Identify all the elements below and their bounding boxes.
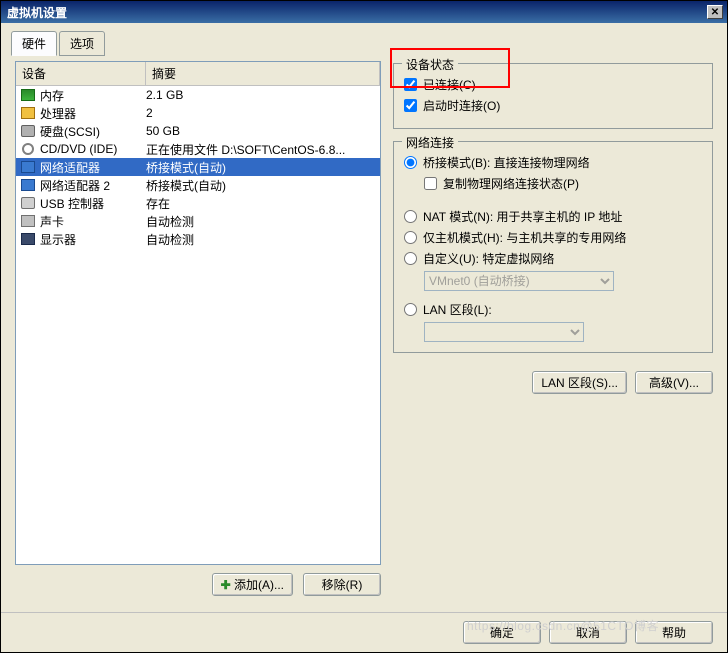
device-name: 处理器 xyxy=(40,105,146,122)
device-summary: 自动检测 xyxy=(146,231,380,248)
device-row[interactable]: 显示器自动检测 xyxy=(16,230,380,248)
custom-radio[interactable] xyxy=(404,252,417,265)
device-row[interactable]: USB 控制器存在 xyxy=(16,194,380,212)
col-device[interactable]: 设备 xyxy=(16,62,146,86)
hdd-icon xyxy=(20,123,36,139)
device-row[interactable]: 处理器2 xyxy=(16,104,380,122)
lan-input-wrap xyxy=(424,322,702,342)
lan-combo[interactable] xyxy=(424,322,584,342)
device-row[interactable]: 网络适配器桥接模式(自动) xyxy=(16,158,380,176)
replicate-label: 复制物理网络连接状态(P) xyxy=(443,175,579,192)
replicate-checkbox[interactable] xyxy=(424,177,437,190)
device-row[interactable]: 网络适配器 2桥接模式(自动) xyxy=(16,176,380,194)
connect-poweron-checkbox[interactable] xyxy=(404,99,417,112)
device-name: 内存 xyxy=(40,87,146,104)
dsp-icon xyxy=(20,231,36,247)
connect-poweron-label: 启动时连接(O) xyxy=(423,97,500,114)
device-summary: 正在使用文件 D:\SOFT\CentOS-6.8... xyxy=(146,141,380,158)
lan-radio[interactable] xyxy=(404,303,417,316)
device-summary: 2 xyxy=(146,106,380,120)
device-summary: 桥接模式(自动) xyxy=(146,159,380,176)
device-name: 显示器 xyxy=(40,231,146,248)
right-panel: 设备状态 已连接(C) 启动时连接(O) 网络连接 桥接模式 xyxy=(393,61,713,600)
tab-options[interactable]: 选项 xyxy=(59,31,105,56)
mem-icon xyxy=(20,87,36,103)
ok-button[interactable]: 确定 xyxy=(463,621,541,644)
list-body: 内存2.1 GB处理器2硬盘(SCSI)50 GBCD/DVD (IDE)正在使… xyxy=(16,86,380,564)
device-name: 声卡 xyxy=(40,213,146,230)
vmnet-wrap: VMnet0 (自动桥接) xyxy=(424,271,702,291)
left-panel: 设备 摘要 内存2.1 GB处理器2硬盘(SCSI)50 GBCD/DVD (I… xyxy=(15,61,381,600)
lan-label: LAN 区段(L): xyxy=(423,301,492,318)
help-button[interactable]: 帮助 xyxy=(635,621,713,644)
nat-row[interactable]: NAT 模式(N): 用于共享主机的 IP 地址 xyxy=(404,208,702,225)
device-row[interactable]: 内存2.1 GB xyxy=(16,86,380,104)
hostonly-label: 仅主机模式(H): 与主机共享的专用网络 xyxy=(423,229,626,246)
device-summary: 50 GB xyxy=(146,124,380,138)
connected-row[interactable]: 已连接(C) xyxy=(404,76,702,93)
col-summary[interactable]: 摘要 xyxy=(146,62,380,86)
content-area: 硬件 选项 设备 摘要 内存2.1 GB处理器2硬盘(SCSI)50 GBCD/… xyxy=(1,23,727,612)
device-row[interactable]: CD/DVD (IDE)正在使用文件 D:\SOFT\CentOS-6.8... xyxy=(16,140,380,158)
close-button[interactable]: ✕ xyxy=(707,5,723,19)
dialog-footer: 确定 取消 帮助 xyxy=(1,612,727,652)
advanced-button[interactable]: 高级(V)... xyxy=(635,371,713,394)
right-buttons: LAN 区段(S)... 高级(V)... xyxy=(393,371,713,394)
snd-icon xyxy=(20,213,36,229)
usb-icon xyxy=(20,195,36,211)
remove-button[interactable]: 移除(R) xyxy=(303,573,381,596)
net-icon xyxy=(20,159,36,175)
device-name: 网络适配器 xyxy=(40,159,146,176)
device-summary: 存在 xyxy=(146,195,380,212)
net-icon xyxy=(20,177,36,193)
titlebar: 虚拟机设置 ✕ xyxy=(1,1,727,23)
device-name: 网络适配器 2 xyxy=(40,177,146,194)
bridged-label: 桥接模式(B): 直接连接物理网络 xyxy=(423,154,590,171)
connected-checkbox[interactable] xyxy=(404,78,417,91)
device-row[interactable]: 硬盘(SCSI)50 GB xyxy=(16,122,380,140)
bridged-radio[interactable] xyxy=(404,156,417,169)
network-connection-group: 网络连接 桥接模式(B): 直接连接物理网络 复制物理网络连接状态(P) NAT… xyxy=(393,141,713,353)
hostonly-radio[interactable] xyxy=(404,231,417,244)
custom-row[interactable]: 自定义(U): 特定虚拟网络 xyxy=(404,250,702,267)
cpu-icon xyxy=(20,105,36,121)
nat-label: NAT 模式(N): 用于共享主机的 IP 地址 xyxy=(423,208,622,225)
device-name: 硬盘(SCSI) xyxy=(40,123,146,140)
replicate-row[interactable]: 复制物理网络连接状态(P) xyxy=(424,175,702,192)
cd-icon xyxy=(20,141,36,157)
device-name: CD/DVD (IDE) xyxy=(40,142,146,156)
add-label: 添加(A)... xyxy=(234,578,284,592)
connect-poweron-row[interactable]: 启动时连接(O) xyxy=(404,97,702,114)
device-summary: 自动检测 xyxy=(146,213,380,230)
vm-settings-dialog: 虚拟机设置 ✕ 硬件 选项 设备 摘要 内存2.1 GB处理器2硬盘(SCSI)… xyxy=(0,0,728,653)
list-header: 设备 摘要 xyxy=(16,62,380,86)
device-name: USB 控制器 xyxy=(40,195,146,212)
connected-label: 已连接(C) xyxy=(423,76,476,93)
tab-strip: 硬件 选项 xyxy=(11,31,717,56)
lan-row[interactable]: LAN 区段(L): xyxy=(404,301,702,318)
left-buttons: ✚ 添加(A)... 移除(R) xyxy=(15,565,381,600)
add-button[interactable]: ✚ 添加(A)... xyxy=(212,573,293,596)
cancel-button[interactable]: 取消 xyxy=(549,621,627,644)
bridged-row[interactable]: 桥接模式(B): 直接连接物理网络 xyxy=(404,154,702,171)
device-summary: 2.1 GB xyxy=(146,88,380,102)
nat-radio[interactable] xyxy=(404,210,417,223)
network-legend: 网络连接 xyxy=(402,134,458,151)
vmnet-combo[interactable]: VMnet0 (自动桥接) xyxy=(424,271,614,291)
device-list: 设备 摘要 内存2.1 GB处理器2硬盘(SCSI)50 GBCD/DVD (I… xyxy=(15,61,381,565)
tab-body: 设备 摘要 内存2.1 GB处理器2硬盘(SCSI)50 GBCD/DVD (I… xyxy=(11,55,717,604)
device-summary: 桥接模式(自动) xyxy=(146,177,380,194)
hostonly-row[interactable]: 仅主机模式(H): 与主机共享的专用网络 xyxy=(404,229,702,246)
lan-segments-button[interactable]: LAN 区段(S)... xyxy=(532,371,627,394)
status-legend: 设备状态 xyxy=(402,56,458,73)
tab-hardware[interactable]: 硬件 xyxy=(11,31,57,56)
device-row[interactable]: 声卡自动检测 xyxy=(16,212,380,230)
window-title: 虚拟机设置 xyxy=(7,4,67,21)
custom-label: 自定义(U): 特定虚拟网络 xyxy=(423,250,554,267)
device-status-group: 设备状态 已连接(C) 启动时连接(O) xyxy=(393,63,713,129)
